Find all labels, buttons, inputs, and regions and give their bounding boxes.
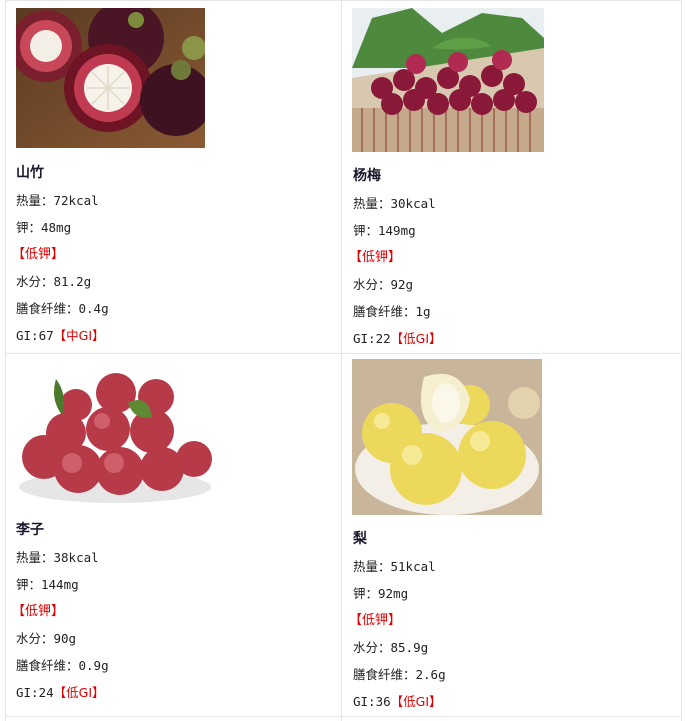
gi-text: GI:24 — [16, 685, 54, 700]
fiber-text: 膳食纤维：1g — [353, 304, 431, 319]
water-text: 水分：81.2g — [16, 274, 92, 289]
potassium-level-badge: 【低钾】 — [12, 604, 65, 619]
potassium-text: 钾：48mg — [16, 220, 72, 235]
fruit-name: 杨梅 — [353, 168, 381, 184]
gi-level-badge: 【低GI】 — [390, 331, 442, 346]
fruit-name: 山竹 — [16, 165, 44, 181]
water-text: 水分：92g — [353, 277, 414, 292]
fruit-table: 山竹 热量：72kcal 钾：48mg 【低钾】 水分：81.2g 膳食纤维：0… — [5, 0, 682, 721]
gi-level-badge: 【低GI】 — [390, 694, 442, 709]
fruit-cell-bayberry: 杨梅 热量：30kcal 钾：149mg 【低钾】 水分：92g 膳食纤维：1g… — [341, 0, 681, 353]
fruit-cell-mangosteen: 山竹 热量：72kcal 钾：48mg 【低钾】 水分：81.2g 膳食纤维：0… — [5, 0, 341, 353]
table-border-right — [681, 0, 682, 721]
table-border-bottom — [5, 716, 682, 717]
mangosteen-photo — [16, 8, 205, 148]
calories-text: 热量：51kcal — [353, 559, 436, 574]
gi-row: GI:67【中GI】 — [16, 325, 105, 344]
potassium-text: 钾：144mg — [16, 577, 79, 592]
gi-row: GI:24【低GI】 — [16, 682, 105, 701]
gi-text: GI:22 — [353, 331, 391, 346]
calories-text: 热量：38kcal — [16, 550, 99, 565]
fiber-text: 膳食纤维：0.9g — [16, 658, 109, 673]
gi-text: GI:67 — [16, 328, 54, 343]
gi-row: GI:22【低GI】 — [353, 328, 442, 347]
gi-text: GI:36 — [353, 694, 391, 709]
potassium-text: 钾：92mg — [353, 586, 409, 601]
potassium-text: 钾：149mg — [353, 223, 416, 238]
water-text: 水分：85.9g — [353, 640, 429, 655]
bayberry-photo — [352, 8, 544, 152]
water-text: 水分：90g — [16, 631, 77, 646]
calories-text: 热量：30kcal — [353, 196, 436, 211]
fruit-cell-plum: 李子 热量：38kcal 钾：144mg 【低钾】 水分：90g 膳食纤维：0.… — [5, 353, 341, 716]
calories-text: 热量：72kcal — [16, 193, 99, 208]
gi-level-badge: 【低GI】 — [53, 685, 105, 700]
fruit-cell-pear: 梨 热量：51kcal 钾：92mg 【低钾】 水分：85.9g 膳食纤维：2.… — [341, 353, 681, 716]
plum-photo — [16, 359, 214, 507]
potassium-level-badge: 【低钾】 — [349, 250, 402, 265]
fiber-text: 膳食纤维：2.6g — [353, 667, 446, 682]
gi-row: GI:36【低GI】 — [353, 691, 442, 710]
potassium-level-badge: 【低钾】 — [12, 247, 65, 262]
pear-photo — [352, 359, 542, 515]
fruit-name: 李子 — [16, 522, 44, 538]
fiber-text: 膳食纤维：0.4g — [16, 301, 109, 316]
gi-level-badge: 【中GI】 — [53, 328, 105, 343]
fruit-name: 梨 — [353, 531, 367, 547]
potassium-level-badge: 【低钾】 — [349, 613, 402, 628]
